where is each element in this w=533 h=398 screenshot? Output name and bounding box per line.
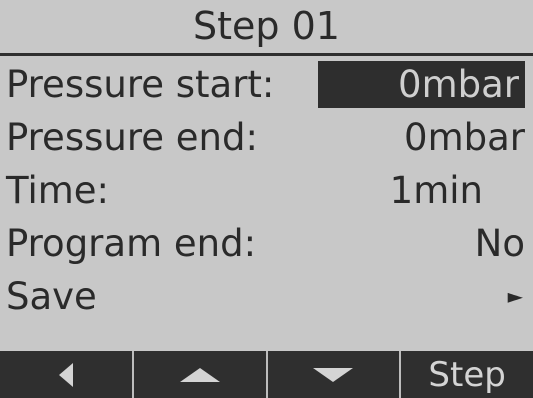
menu-row-program-end[interactable]: Program end: No <box>0 217 533 270</box>
menu-list: Pressure start: 0mbar Pressure end: 0mba… <box>0 58 533 323</box>
submenu-arrow-icon: ► <box>507 284 523 308</box>
down-button[interactable] <box>265 351 400 398</box>
program-end-label: Program end: <box>6 222 257 265</box>
triangle-up-icon <box>179 367 220 382</box>
menu-row-save[interactable]: Save ► <box>0 270 533 323</box>
step-button[interactable]: Step <box>399 351 533 398</box>
pressure-end-label: Pressure end: <box>6 116 258 159</box>
up-button[interactable] <box>131 351 266 398</box>
pressure-end-value[interactable]: 0mbar <box>404 111 525 164</box>
save-label: Save <box>6 275 97 318</box>
menu-row-pressure-end[interactable]: Pressure end: 0mbar <box>0 111 533 164</box>
time-label: Time: <box>6 169 110 212</box>
program-end-value[interactable]: No <box>475 217 525 270</box>
triangle-down-icon <box>313 367 354 382</box>
pressure-start-value[interactable]: 0mbar <box>318 61 525 108</box>
page-title: Step 01 <box>0 0 533 56</box>
time-value[interactable]: 1min <box>390 164 483 217</box>
softkey-bar: Step <box>0 351 533 398</box>
triangle-left-icon <box>58 362 73 387</box>
menu-row-time[interactable]: Time: 1min <box>0 164 533 217</box>
step-button-label: Step <box>428 354 506 395</box>
pressure-start-label: Pressure start: <box>6 63 275 106</box>
back-button[interactable] <box>0 351 132 398</box>
menu-row-pressure-start[interactable]: Pressure start: 0mbar <box>0 58 533 111</box>
lcd-screen: Step 01 Pressure start: 0mbar Pressure e… <box>0 0 533 398</box>
